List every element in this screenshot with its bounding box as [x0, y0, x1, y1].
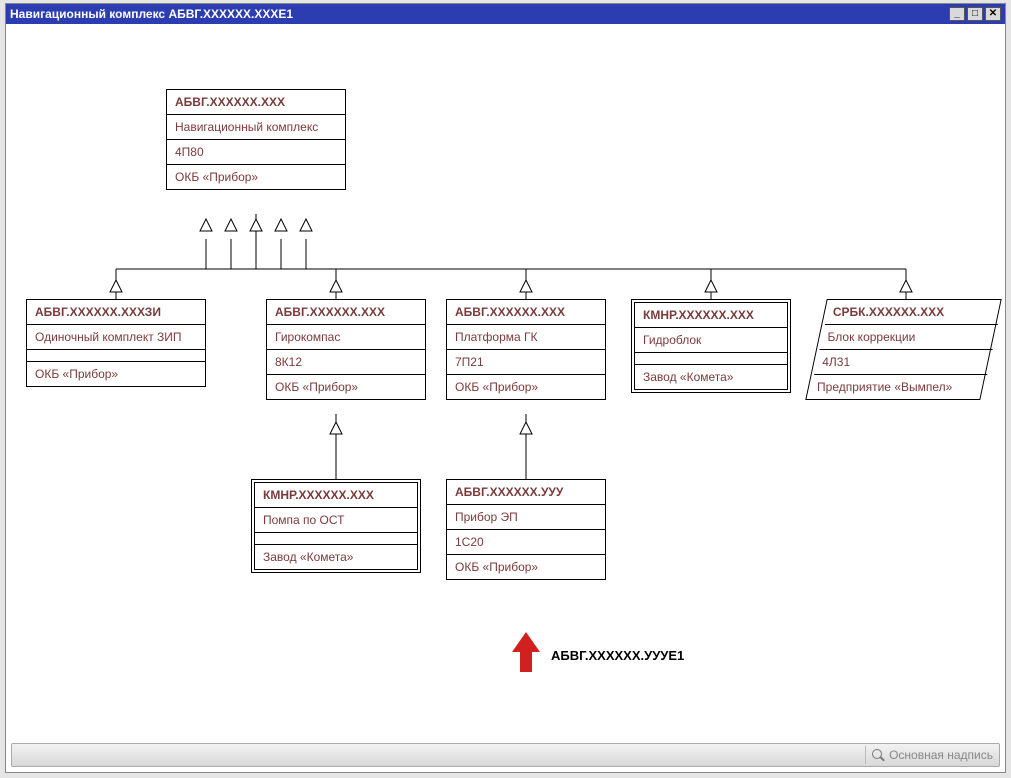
node-correction-block[interactable]: СРБК.ХХХХХХ.ХХХ Блок коррекции 4Л31 Пред… [816, 299, 991, 400]
node-ost-pump[interactable]: КМНР.ХХХХХХ.ХХХ Помпа по ОСТ Завод «Коме… [251, 479, 421, 573]
node-id: АБВГ.ХХХХХХ.ХХХ [267, 300, 425, 325]
node-maker: Завод «Комета» [635, 365, 787, 389]
node-id: АБВГ.ХХХХХХ.ХХХЗИ [27, 300, 205, 325]
node-desc: Прибор ЭП [447, 505, 605, 530]
node-id: АБВГ.ХХХХХХ.ХХХ [167, 90, 345, 115]
node-code: 8К12 [267, 350, 425, 375]
node-maker: ОКБ «Прибор» [447, 555, 605, 579]
node-maker: ОКБ «Прибор» [447, 375, 605, 399]
node-code [27, 350, 205, 362]
node-maker: ОКБ «Прибор» [27, 362, 205, 386]
diagram-canvas[interactable]: АБВГ.ХХХХХХ.ХХХ Навигационный комплекс 4… [6, 24, 1005, 742]
node-code: 4П80 [167, 140, 345, 165]
node-maker: ОКБ «Прибор» [167, 165, 345, 189]
app-window: Навигационный комплекс АБВГ.ХХХХХХ.ХХХЕ1… [5, 3, 1006, 773]
node-id: АБВГ.ХХХХХХ.УУУ [447, 480, 605, 505]
node-code: 7П21 [447, 350, 605, 375]
search-box[interactable]: Основная надпись [872, 748, 993, 762]
node-code [635, 353, 787, 365]
node-id: АБВГ.ХХХХХХ.ХХХ [447, 300, 605, 325]
node-navigation-complex[interactable]: АБВГ.ХХХХХХ.ХХХ Навигационный комплекс 4… [166, 89, 346, 190]
window-title: Навигационный комплекс АБВГ.ХХХХХХ.ХХХЕ1 [10, 7, 293, 21]
window-controls: _ □ ✕ [949, 7, 1001, 21]
node-desc: Одиночный комплект ЗИП [27, 325, 205, 350]
titlebar: Навигационный комплекс АБВГ.ХХХХХХ.ХХХЕ1… [6, 4, 1005, 24]
highlight-arrow-icon [512, 632, 540, 672]
node-desc: Блок коррекции [820, 325, 993, 350]
node-gyrocompass[interactable]: АБВГ.ХХХХХХ.ХХХ Гирокомпас 8К12 ОКБ «При… [266, 299, 426, 400]
node-id: КМНР.ХХХХХХ.ХХХ [255, 483, 417, 508]
node-single-zip-kit[interactable]: АБВГ.ХХХХХХ.ХХХЗИ Одиночный комплект ЗИП… [26, 299, 206, 387]
node-ep-device[interactable]: АБВГ.ХХХХХХ.УУУ Прибор ЭП 1С20 ОКБ «Приб… [446, 479, 606, 580]
status-separator [865, 746, 866, 764]
node-code: 4Л31 [814, 350, 987, 375]
close-button[interactable]: ✕ [985, 7, 1001, 21]
node-desc: Платформа ГК [447, 325, 605, 350]
status-bar: Основная надпись [11, 743, 1000, 767]
node-code: 1С20 [447, 530, 605, 555]
node-maker: Предприятие «Вымпел» [809, 375, 982, 399]
node-code [255, 533, 417, 545]
node-id: КМНР.ХХХХХХ.ХХХ [635, 303, 787, 328]
node-desc: Гирокомпас [267, 325, 425, 350]
node-id: СРБК.ХХХХХХ.ХХХ [825, 300, 998, 325]
maximize-button[interactable]: □ [967, 7, 983, 21]
node-maker: ОКБ «Прибор» [267, 375, 425, 399]
node-gk-platform[interactable]: АБВГ.ХХХХХХ.ХХХ Платформа ГК 7П21 ОКБ «П… [446, 299, 606, 400]
annotation-label: АБВГ.ХХХХХХ.УУУЕ1 [551, 648, 684, 663]
minimize-button[interactable]: _ [949, 7, 965, 21]
node-maker: Завод «Комета» [255, 545, 417, 569]
node-hydroblock[interactable]: КМНР.ХХХХХХ.ХХХ Гидроблок Завод «Комета» [631, 299, 791, 393]
node-desc: Помпа по ОСТ [255, 508, 417, 533]
search-placeholder: Основная надпись [889, 748, 993, 762]
search-icon [872, 749, 884, 761]
node-desc: Навигационный комплекс [167, 115, 345, 140]
node-desc: Гидроблок [635, 328, 787, 353]
